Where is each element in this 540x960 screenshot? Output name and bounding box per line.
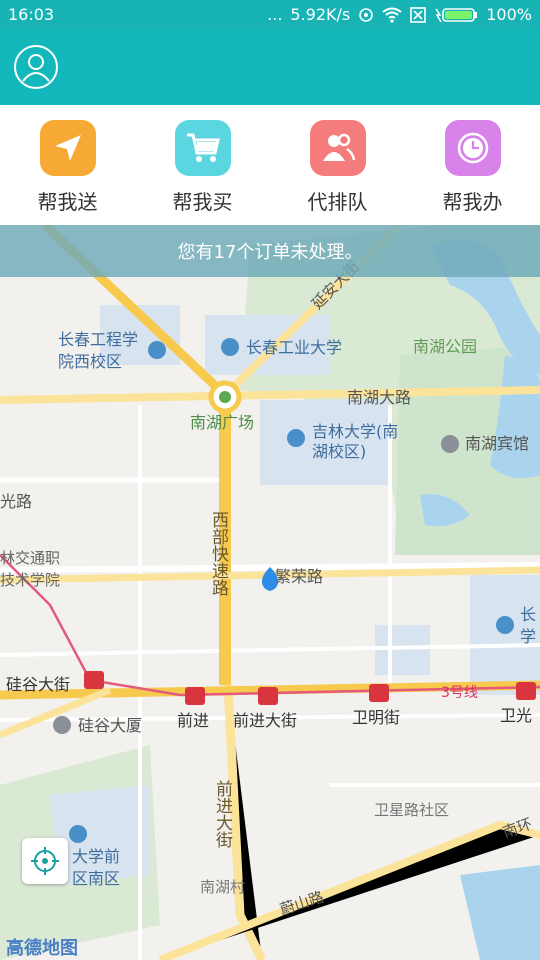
map-label: 区南区 (72, 869, 120, 888)
map-label: 前进大街 (233, 711, 297, 730)
map-label: 光路 (0, 492, 32, 511)
map-label: 长春工程学 (58, 330, 138, 349)
network-speed: 5.92K/s (290, 5, 351, 24)
map-label: 南湖宾馆 (465, 434, 529, 453)
pending-orders-banner[interactable]: 您有17个订单未处理。 (0, 225, 540, 277)
service-menu: 帮我送 帮我买 代排队 帮我办 (0, 105, 540, 225)
map-label: 学 (520, 627, 536, 646)
metro-station-icon (185, 687, 205, 705)
crosshair-icon (31, 847, 59, 875)
service-send-button[interactable]: 帮我送 (0, 105, 135, 225)
metro-station-icon (516, 682, 536, 700)
map-label: 硅谷大厦 (78, 716, 142, 735)
cart-icon (174, 120, 231, 176)
school-icon (69, 825, 87, 843)
map-label: 长春工业大学 (246, 338, 342, 357)
map-label: 院西校区 (58, 352, 122, 371)
service-queue-label: 代排队 (307, 190, 368, 214)
map-label: 长 (520, 605, 536, 624)
clock-icon (444, 120, 501, 176)
map-label: 湖校区) (312, 442, 366, 461)
map-label: 前进大街 (212, 780, 233, 848)
metro-station-icon (84, 671, 104, 689)
map-label: 吉林大学(南 (312, 422, 398, 441)
map-label: 繁荣路 (275, 567, 323, 586)
service-queue-button[interactable]: 代排队 (270, 105, 405, 225)
school-icon (287, 429, 305, 447)
metro-station-icon (258, 687, 278, 705)
map-view[interactable]: 长春工程学 院西校区 长春工业大学 南湖公园 南湖大路 南湖广场 吉林大学(南 … (0, 225, 540, 960)
map-label: 卫光 (500, 706, 532, 725)
dots-icon: ... (267, 5, 283, 24)
map-label: 技术学院 (0, 571, 60, 589)
map-label: 南湖大路 (347, 388, 411, 407)
school-icon (221, 338, 239, 356)
profile-button[interactable] (14, 45, 58, 89)
map-label: 南湖广场 (190, 413, 254, 432)
send-icon (39, 120, 96, 176)
service-send-label: 帮我送 (37, 190, 98, 214)
building-icon (53, 716, 71, 734)
map-label: 蔚山路 (278, 888, 326, 919)
map-label: 3号线 (441, 685, 478, 701)
app-header (0, 30, 540, 105)
service-buy-button[interactable]: 帮我买 (135, 105, 270, 225)
map-label: 卫星路社区 (374, 801, 449, 819)
user-icon (22, 54, 50, 82)
map-label: 前进 (177, 711, 209, 730)
school-icon (496, 616, 514, 634)
hotel-icon (441, 435, 459, 453)
service-buy-label: 帮我买 (172, 190, 233, 214)
map-label: 卫明街 (352, 708, 400, 727)
map-label: 大学前 (72, 847, 120, 866)
map-label: 南湖公园 (413, 337, 477, 356)
map-label: 南湖村 (200, 878, 245, 896)
banner-text: 您有17个订单未处理。 (177, 242, 363, 263)
clock-time: 16:03 (8, 5, 55, 24)
metro-station-icon (369, 684, 389, 702)
school-icon (148, 341, 166, 359)
map-label: 硅谷大街 (6, 675, 70, 694)
battery-percent: 100% (486, 5, 532, 24)
sim-icon (410, 6, 427, 23)
campus-area (375, 625, 430, 675)
square-icon (219, 391, 231, 403)
battery-icon (435, 7, 478, 22)
locate-button[interactable] (22, 838, 68, 884)
queue-icon (309, 120, 366, 176)
hotspot-icon (359, 7, 374, 22)
road (0, 643, 540, 657)
lake-area (460, 865, 540, 960)
service-handle-button[interactable]: 帮我办 (405, 105, 540, 225)
map-canvas: 长春工程学 院西校区 长春工业大学 南湖公园 南湖大路 南湖广场 吉林大学(南 … (0, 225, 540, 960)
status-bar: 16:03 ... 5.92K/s 100% (0, 0, 540, 30)
map-label: 林交通职 (0, 549, 60, 567)
wifi-icon (382, 7, 402, 23)
map-label: 西部快速路 (208, 511, 229, 596)
service-handle-label: 帮我办 (442, 190, 503, 214)
map-provider-logo: 高德地图 (6, 938, 78, 959)
